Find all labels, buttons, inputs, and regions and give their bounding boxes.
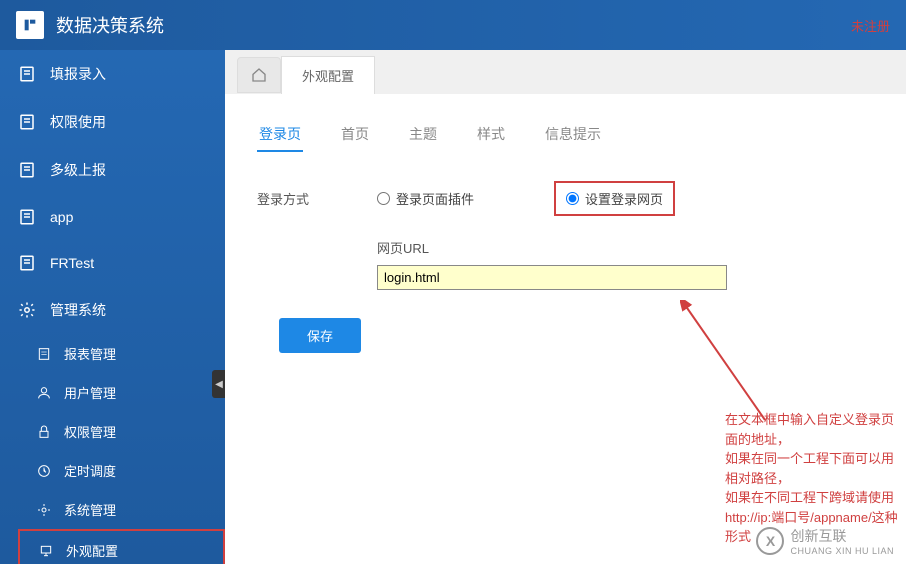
- sidebar-item-frtest[interactable]: FRTest: [0, 240, 225, 286]
- sidebar-item-label: FRTest: [50, 255, 94, 271]
- chevron-left-icon: ◀: [215, 379, 223, 390]
- radio-input-url[interactable]: [566, 192, 579, 205]
- login-method-label: 登录方式: [257, 189, 377, 208]
- annotation-line: 如果在不同工程下跨域请使用: [725, 488, 906, 508]
- sidebar-item-label: 用户管理: [64, 383, 116, 402]
- watermark-logo-icon: X: [756, 527, 784, 555]
- breadcrumb-tab[interactable]: 外观配置: [281, 56, 375, 94]
- form-icon: [18, 65, 36, 83]
- sidebar-item-label: 定时调度: [64, 461, 116, 480]
- tab-home[interactable]: 首页: [339, 118, 371, 152]
- sidebar-sub-system[interactable]: 系统管理: [18, 490, 225, 529]
- sidebar-item-multilevel[interactable]: 多级上报: [0, 146, 225, 194]
- sidebar: 填报录入 权限使用 多级上报 app FRTest 管理系统 报表管理: [0, 50, 225, 564]
- tab-style[interactable]: 样式: [475, 118, 507, 152]
- radio-label: 设置登录网页: [585, 189, 663, 208]
- breadcrumb: 外观配置: [225, 50, 906, 94]
- gear-icon: [36, 502, 52, 518]
- clock-icon: [36, 463, 52, 479]
- sidebar-item-label: 报表管理: [64, 344, 116, 363]
- tab-info[interactable]: 信息提示: [543, 118, 603, 152]
- save-button[interactable]: 保存: [279, 318, 361, 353]
- header: 数据决策系统 未注册: [0, 0, 906, 50]
- sidebar-sub-user[interactable]: 用户管理: [18, 373, 225, 412]
- form-icon: [18, 161, 36, 179]
- sidebar-item-label: 系统管理: [64, 500, 116, 519]
- tab-bar: 登录页 首页 主题 样式 信息提示: [257, 118, 874, 153]
- radio-login-plugin[interactable]: 登录页面插件: [377, 181, 474, 216]
- annotation-line: 如果在同一个工程下面可以用相对路径，: [725, 449, 906, 488]
- sidebar-item-label: 权限使用: [50, 112, 106, 132]
- home-icon: [251, 67, 267, 83]
- breadcrumb-home-button[interactable]: [237, 57, 281, 93]
- sidebar-item-management[interactable]: 管理系统: [0, 286, 225, 334]
- tab-theme[interactable]: 主题: [407, 118, 439, 152]
- sidebar-item-label: 管理系统: [50, 300, 106, 320]
- watermark-main: 创新互联: [790, 526, 894, 546]
- radio-login-url[interactable]: 设置登录网页: [554, 181, 675, 216]
- appearance-icon: [38, 543, 54, 559]
- form-icon: [18, 113, 36, 131]
- watermark-sub: CHUANG XIN HU LIAN: [790, 546, 894, 556]
- sidebar-item-label: 填报录入: [50, 64, 106, 84]
- gear-icon: [18, 301, 36, 319]
- sidebar-sub-report[interactable]: 报表管理: [18, 334, 225, 373]
- sidebar-item-fill[interactable]: 填报录入: [0, 50, 225, 98]
- radio-label: 登录页面插件: [396, 189, 474, 208]
- app-title: 数据决策系统: [56, 12, 164, 38]
- report-icon: [36, 346, 52, 362]
- sidebar-sub-permission[interactable]: 权限管理: [18, 412, 225, 451]
- sidebar-sub-schedule[interactable]: 定时调度: [18, 451, 225, 490]
- radio-input-plugin[interactable]: [377, 192, 390, 205]
- main-content: 外观配置 登录页 首页 主题 样式 信息提示 登录方式 登录页面插件: [225, 50, 906, 564]
- watermark: X 创新互联 CHUANG XIN HU LIAN: [756, 526, 894, 556]
- form-icon: [18, 208, 36, 226]
- sidebar-item-app[interactable]: app: [0, 194, 225, 240]
- sidebar-item-label: app: [50, 209, 73, 225]
- sidebar-item-label: 权限管理: [64, 422, 116, 441]
- registration-status: 未注册: [851, 16, 890, 35]
- annotation-line: 在文本框中输入自定义登录页面的地址，: [725, 410, 906, 449]
- sidebar-item-permission[interactable]: 权限使用: [0, 98, 225, 146]
- url-label: 网页URL: [377, 238, 874, 257]
- sidebar-item-label: 外观配置: [66, 541, 118, 560]
- user-icon: [36, 385, 52, 401]
- lock-icon: [36, 424, 52, 440]
- url-input[interactable]: [377, 265, 727, 290]
- tab-login[interactable]: 登录页: [257, 118, 303, 152]
- form-icon: [18, 254, 36, 272]
- app-logo-icon: [16, 11, 44, 39]
- sidebar-sub-appearance[interactable]: 外观配置: [18, 529, 225, 564]
- sidebar-collapse-button[interactable]: ◀: [212, 370, 225, 398]
- sidebar-item-label: 多级上报: [50, 160, 106, 180]
